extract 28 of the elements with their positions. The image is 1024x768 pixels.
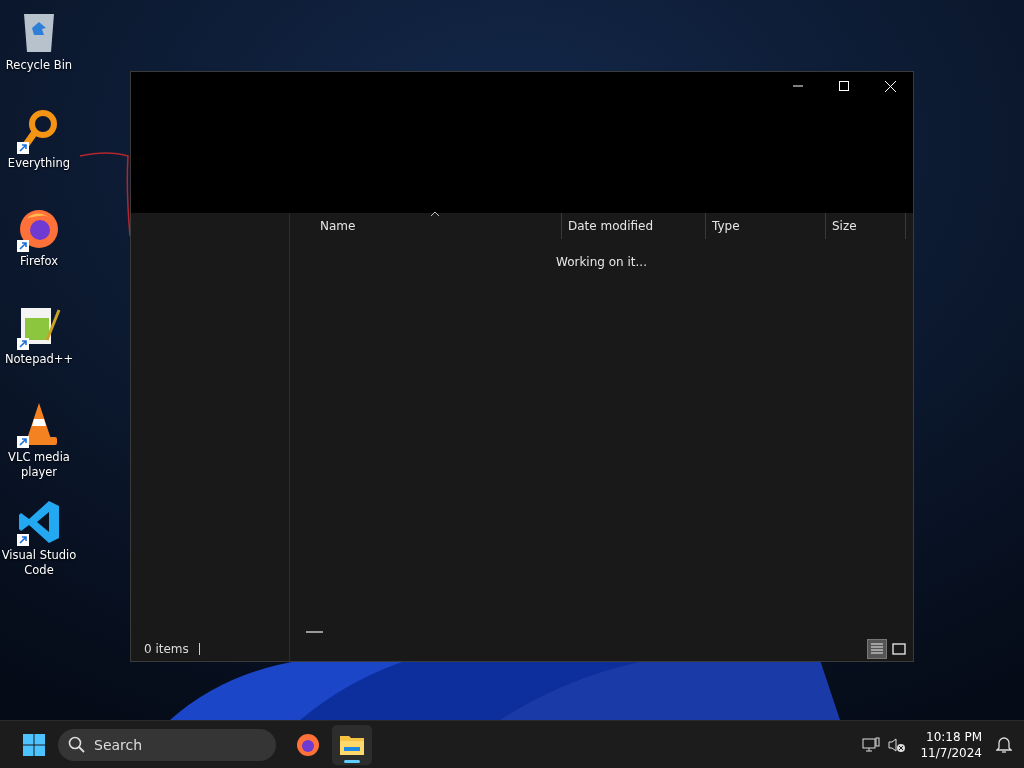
column-header[interactable]: Name <box>290 213 562 239</box>
network-icon[interactable] <box>862 736 881 753</box>
desktop-icon-label[interactable]: VLC media player <box>1 450 77 480</box>
desktop-icon-label[interactable]: Recycle Bin <box>1 58 77 73</box>
desktop-icon-label[interactable]: Visual Studio Code <box>1 548 77 578</box>
scroll-indicator <box>306 631 323 633</box>
column-header[interactable]: Size <box>826 213 906 239</box>
firefox-icon <box>296 732 320 757</box>
preview-view-icon <box>892 643 906 655</box>
column-header[interactable]: Type <box>706 213 826 239</box>
clock[interactable]: 10:18 PM 11/7/2024 <box>920 728 982 761</box>
column-header[interactable]: Date modified <box>562 213 706 239</box>
desktop-icon-label[interactable]: Everything <box>1 156 77 171</box>
item-count: 0 items <box>144 642 189 656</box>
windows-logo-icon <box>22 732 46 757</box>
muted-speaker-icon[interactable] <box>888 736 907 753</box>
close-icon <box>884 80 896 92</box>
search-field[interactable]: Search <box>58 728 276 761</box>
desktop-icon-label[interactable]: Firefox <box>1 254 77 269</box>
code-editor-icon <box>17 499 61 545</box>
desktop-icon-label[interactable]: Notepad++ <box>1 352 77 367</box>
sort-caret-icon <box>430 210 440 217</box>
taskbar-app[interactable] <box>332 724 372 765</box>
loading-message: Working on it... <box>556 255 647 269</box>
maximize-icon <box>839 81 849 91</box>
details-view-icon <box>870 643 884 655</box>
search-icon <box>68 735 86 754</box>
notification-bell-icon[interactable] <box>996 735 1012 754</box>
